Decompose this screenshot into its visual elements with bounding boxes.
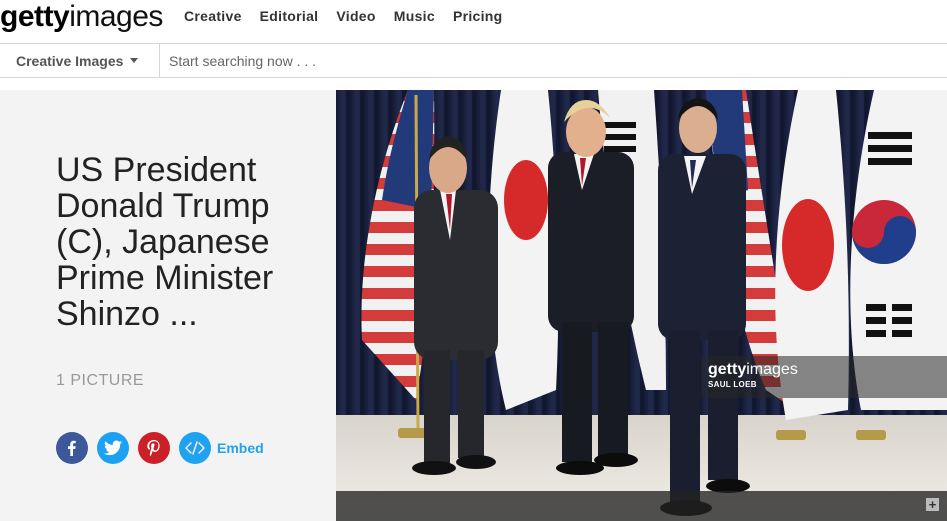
watermark-bold-text: getty: [708, 361, 747, 378]
code-embed-icon: [185, 441, 205, 455]
nav-video[interactable]: Video: [336, 8, 375, 24]
pinterest-share-button[interactable]: [138, 432, 170, 464]
top-header: getty images Creative Editorial Video Mus…: [0, 0, 947, 38]
getty-images-logo[interactable]: getty images: [0, 0, 163, 36]
expand-plus-icon[interactable]: +: [926, 498, 939, 511]
photo-caption-strip: +: [336, 491, 947, 521]
nav-music[interactable]: Music: [394, 8, 435, 24]
photo-watermark: gettyimages SAUL LOEB: [701, 356, 947, 398]
photo-illustration: [336, 90, 947, 521]
board-photo[interactable]: gettyimages SAUL LOEB +: [336, 90, 947, 521]
board-title: US President Donald Trump (C), Japanese …: [56, 151, 274, 333]
watermark-logo: gettyimages: [708, 361, 940, 379]
twitter-share-button[interactable]: [97, 432, 129, 464]
twitter-icon: [104, 440, 122, 456]
nav-editorial[interactable]: Editorial: [260, 8, 319, 24]
facebook-share-button[interactable]: [56, 432, 88, 464]
watermark-thin-text: images: [746, 361, 798, 378]
picture-count: 1 PICTURE: [56, 372, 145, 389]
search-scope-dropdown[interactable]: Creative Images: [1, 44, 160, 77]
main-nav: Creative Editorial Video Music Pricing: [184, 0, 521, 32]
japan-flag-left: [488, 90, 559, 410]
pinterest-icon: [147, 439, 160, 456]
nav-creative[interactable]: Creative: [184, 8, 242, 24]
search-bar: Creative Images: [0, 43, 947, 78]
board-info-panel: US President Donald Trump (C), Japanese …: [0, 90, 336, 521]
search-scope-label: Creative Images: [16, 52, 124, 69]
share-bar: Embed: [56, 432, 264, 464]
embed-link[interactable]: Embed: [217, 440, 264, 456]
photo-credit: SAUL LOEB: [708, 380, 757, 389]
embed-button[interactable]: [179, 432, 211, 464]
logo-bold-text: getty: [0, 0, 70, 33]
nav-pricing[interactable]: Pricing: [453, 8, 503, 24]
facebook-icon: [68, 440, 76, 456]
caret-down-icon: [130, 58, 139, 63]
logo-thin-text: images: [69, 0, 163, 33]
search-input[interactable]: [160, 44, 946, 77]
